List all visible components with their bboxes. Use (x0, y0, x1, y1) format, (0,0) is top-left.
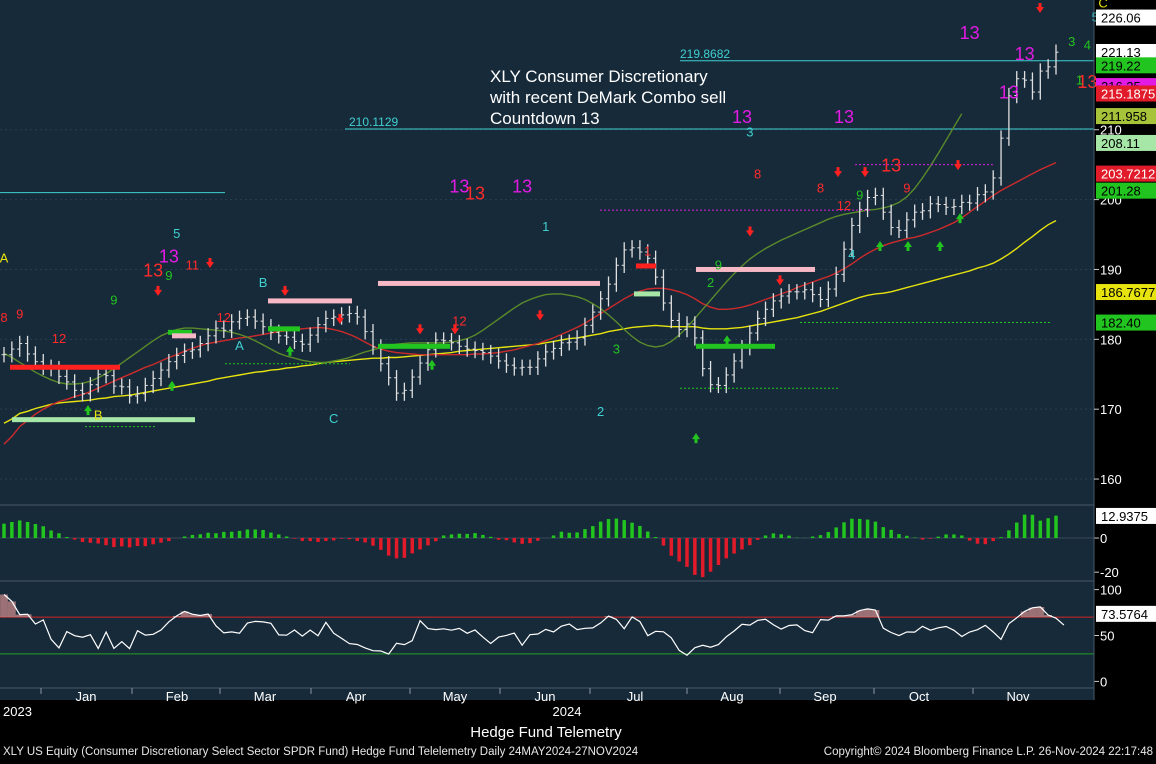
setup-bar (172, 333, 196, 339)
price-tick-label: 160 (1100, 472, 1122, 487)
demark-count-label: 9 (715, 257, 722, 272)
demark-count-label: 3 (746, 125, 753, 140)
setup-bar (12, 417, 195, 423)
demark-count-label: 9 (16, 306, 23, 321)
right-price-badge-text: 215.1875 (1101, 87, 1155, 102)
setup-bar (634, 291, 660, 297)
demark-count-label: 13 (999, 82, 1019, 102)
demark-count-label: 5 (173, 226, 180, 241)
rsi-tick-label: 0 (1100, 674, 1107, 689)
demark-count-label: 4 (848, 247, 855, 262)
footer-left-text: XLY US Equity (Consumer Discretionary Se… (3, 746, 639, 758)
demark-count-label: 12 (52, 331, 66, 346)
right-price-badge-text: 182.40 (1101, 316, 1141, 331)
demark-count-label: 11 (186, 257, 200, 272)
month-label: Sep (813, 689, 836, 704)
month-label: May (443, 689, 468, 704)
demark-count-label: 8 (817, 181, 824, 196)
month-label: Feb (166, 689, 188, 704)
right-price-badge-text: 201.28 (1101, 184, 1141, 199)
level-label: 210.1129 (349, 115, 398, 129)
chart-canvas: 219.8682210.1129 1313 1313 131313131313131… (0, 0, 1156, 759)
right-price-badge-text: 226.06 (1101, 11, 1141, 26)
setup-bar (378, 280, 600, 286)
setup-bar (636, 263, 656, 269)
demark-count-label: 1 (542, 219, 549, 234)
demark-count-label: 13 (1015, 44, 1035, 64)
month-label: Jul (627, 689, 644, 704)
demark-count-label: A (235, 338, 244, 353)
demark-count-label: 4 (1084, 37, 1091, 52)
rsi-tick-label: 100 (1100, 583, 1122, 598)
demark-count-label: 2 (597, 404, 604, 419)
setup-bar (378, 343, 450, 349)
right-price-badge-text: 208.11 (1101, 136, 1140, 151)
demark-count-label: 9 (165, 268, 172, 283)
month-label: Apr (346, 689, 367, 704)
demark-count-label: 2 (707, 275, 714, 290)
demark-count-label: 8 (0, 310, 7, 325)
setup-bar (10, 364, 120, 370)
month-label: Jun (535, 689, 556, 704)
setup-bar (268, 298, 352, 304)
demark-count-label: 1 (1076, 72, 1083, 87)
right-price-badge-text: 219.22 (1101, 58, 1141, 73)
demark-count-label: C (1098, 0, 1107, 10)
demark-count-label: 9 (110, 292, 117, 307)
macd-tick-label: 0 (1100, 531, 1107, 546)
demark-count-label: 13 (465, 184, 485, 204)
demark-count-label: 13 (143, 260, 163, 280)
macd-value-badge-text: 12.9375 (1101, 509, 1148, 524)
demark-count-label: 9 (903, 181, 910, 196)
demark-count-label: 12 (837, 198, 851, 213)
price-tick-label: 180 (1100, 332, 1122, 347)
demark-count-label: 1 (644, 243, 651, 258)
month-label: Nov (1006, 689, 1030, 704)
demark-count-label: 9 (856, 188, 863, 203)
demark-count-label: C (329, 411, 338, 426)
demark-count-label: 13 (960, 23, 980, 43)
demark-count-label: B (94, 408, 103, 423)
month-label: Aug (720, 689, 743, 704)
rsi-value-badge-text: 73.5764 (1101, 607, 1148, 622)
demark-count-label: 3 (613, 341, 620, 356)
level-label: 219.8682 (680, 47, 730, 61)
right-price-badge-text: 186.7677 (1101, 285, 1155, 300)
demark-count-label: 12 (217, 310, 231, 325)
setup-bar (268, 326, 300, 332)
month-label: Mar (254, 689, 277, 704)
month-label: Oct (909, 689, 930, 704)
price-tick-label: 190 (1100, 262, 1122, 277)
right-price-badge-text: 203.7212 (1101, 167, 1155, 182)
footer-right-text: Copyright© 2024 Bloomberg Finance L.P. 2… (824, 746, 1153, 758)
right-price-badge-text: 211.958 (1101, 109, 1147, 124)
setup-bar (696, 343, 775, 349)
demark-count-label: 13 (512, 177, 532, 197)
macd-tick-label: -20 (1100, 565, 1119, 580)
annotation-line-1: XLY Consumer Discretionary (490, 67, 708, 86)
demark-count-label: 13 (834, 107, 854, 127)
year-label: 2024 (553, 704, 582, 719)
demark-count-label: 8 (754, 167, 761, 182)
chart-root: 219.8682 210.1129 13 13 13 13 13 13 13 13 13 13 13 1… (0, 0, 1156, 759)
rsi-tick-label: 50 (1100, 629, 1114, 644)
demark-count-label: 3 (1068, 34, 1075, 49)
price-tick-label: 170 (1100, 402, 1122, 417)
year-label: 2023 (3, 704, 32, 719)
demark-count-label: B (259, 275, 268, 290)
footer-center-title: Hedge Fund Telemetry (470, 724, 622, 741)
demark-count-label: 13 (881, 156, 901, 176)
month-label: Jan (76, 689, 97, 704)
demark-count-label: A (0, 250, 9, 265)
annotation-line-2: with recent DeMark Combo sell (489, 88, 726, 107)
annotation-line-3: Countdown 13 (490, 109, 600, 128)
